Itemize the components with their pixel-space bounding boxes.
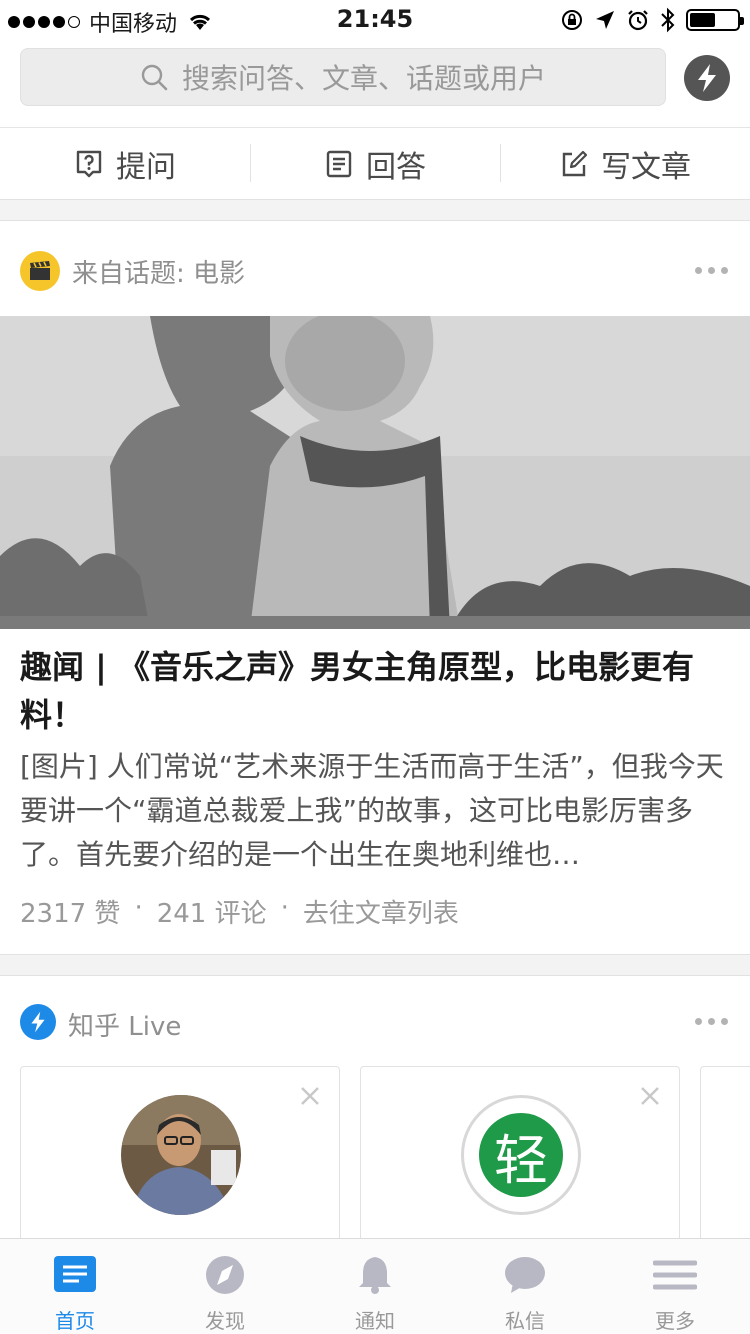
tab-more[interactable]: 更多 xyxy=(600,1239,750,1334)
zhihu-home-screen: 中国移动 21:45 搜索问答、文章、话题或用户 提问 回答 写文章 来自话题:… xyxy=(0,0,750,1334)
live-lightning-button[interactable] xyxy=(684,55,730,101)
tab-home-label: 首页 xyxy=(55,1309,95,1333)
like-count[interactable]: 2317 赞 xyxy=(20,893,120,930)
article-excerpt[interactable]: [图片] 人们常说“艺术来源于生活而高于生活”，但我今天要讲一个“霸道总裁爱上我… xyxy=(20,745,732,877)
close-icon[interactable] xyxy=(639,1085,661,1107)
meta-separator: · xyxy=(280,893,289,923)
search-placeholder: 搜索问答、文章、话题或用户 xyxy=(181,62,546,95)
home-icon xyxy=(54,1256,96,1292)
feed-card-live: 知乎 Live 轻 xyxy=(0,975,750,1256)
write-article-button[interactable]: 写文章 xyxy=(500,128,750,199)
live-card[interactable]: 轻 xyxy=(360,1066,680,1256)
bottom-tab-bar: 首页 发现 通知 私信 更多 xyxy=(0,1238,750,1334)
logo-character: 轻 xyxy=(479,1113,563,1197)
question-icon xyxy=(76,150,102,177)
location-icon xyxy=(596,11,614,29)
meta-separator: · xyxy=(134,893,143,923)
live-card[interactable] xyxy=(20,1066,340,1256)
answer-label: 回答 xyxy=(366,149,426,185)
comment-count[interactable]: 241 评论 xyxy=(157,893,267,930)
search-icon xyxy=(141,64,168,91)
write-article-label: 写文章 xyxy=(601,149,691,185)
article-cover-image[interactable] xyxy=(0,316,750,629)
tab-discover-label: 发现 xyxy=(205,1309,245,1333)
article-title[interactable]: 趣闻 | 《音乐之声》男女主角原型，比电影更有料！ xyxy=(20,643,732,739)
search-input[interactable]: 搜索问答、文章、话题或用户 xyxy=(20,48,666,106)
alarm-icon xyxy=(628,10,648,31)
tab-messages[interactable]: 私信 xyxy=(450,1239,600,1334)
document-icon xyxy=(326,150,352,177)
status-bar: 中国移动 21:45 xyxy=(0,0,750,40)
article-meta: 2317 赞 · 241 评论 · 去往文章列表 xyxy=(20,893,459,930)
compass-icon xyxy=(206,1256,244,1294)
live-section-title[interactable]: 知乎 Live xyxy=(68,1006,181,1043)
search-header: 搜索问答、文章、话题或用户 xyxy=(0,40,750,128)
bluetooth-icon xyxy=(661,7,675,33)
more-options-icon[interactable] xyxy=(695,1018,728,1025)
tab-messages-label: 私信 xyxy=(505,1309,545,1333)
close-icon[interactable] xyxy=(299,1085,321,1107)
edit-icon xyxy=(562,150,588,176)
article-list-link[interactable]: 去往文章列表 xyxy=(303,893,459,930)
tab-home[interactable]: 首页 xyxy=(0,1239,150,1334)
tab-notifications[interactable]: 通知 xyxy=(300,1239,450,1334)
lightning-icon xyxy=(20,1004,56,1040)
ask-question-button[interactable]: 提问 xyxy=(0,128,250,199)
tab-notifications-label: 通知 xyxy=(355,1309,395,1333)
live-card[interactable] xyxy=(700,1066,750,1256)
status-indicators xyxy=(560,7,744,33)
ask-question-label: 提问 xyxy=(116,149,176,185)
feed-card-topic[interactable]: 来自话题: 电影 趣闻 | 《音乐之声》男女主角原型，比电影更有料！ [图片] … xyxy=(0,220,750,955)
message-icon xyxy=(505,1257,545,1293)
card-header: 来自话题: 电影 xyxy=(0,221,750,317)
lightning-icon xyxy=(698,64,716,92)
action-bar: 提问 回答 写文章 xyxy=(0,128,750,200)
organization-logo: 轻 xyxy=(461,1095,581,1215)
bell-icon xyxy=(359,1257,391,1294)
rotation-lock-icon xyxy=(562,10,582,30)
topic-source[interactable]: 来自话题: 电影 xyxy=(72,253,245,290)
clapperboard-icon[interactable] xyxy=(20,251,60,291)
menu-icon xyxy=(653,1260,697,1290)
avatar xyxy=(121,1095,241,1215)
tab-discover[interactable]: 发现 xyxy=(150,1239,300,1334)
answer-button[interactable]: 回答 xyxy=(250,128,500,199)
more-options-icon[interactable] xyxy=(695,267,728,274)
battery-icon xyxy=(686,9,744,31)
tab-more-label: 更多 xyxy=(655,1309,695,1333)
